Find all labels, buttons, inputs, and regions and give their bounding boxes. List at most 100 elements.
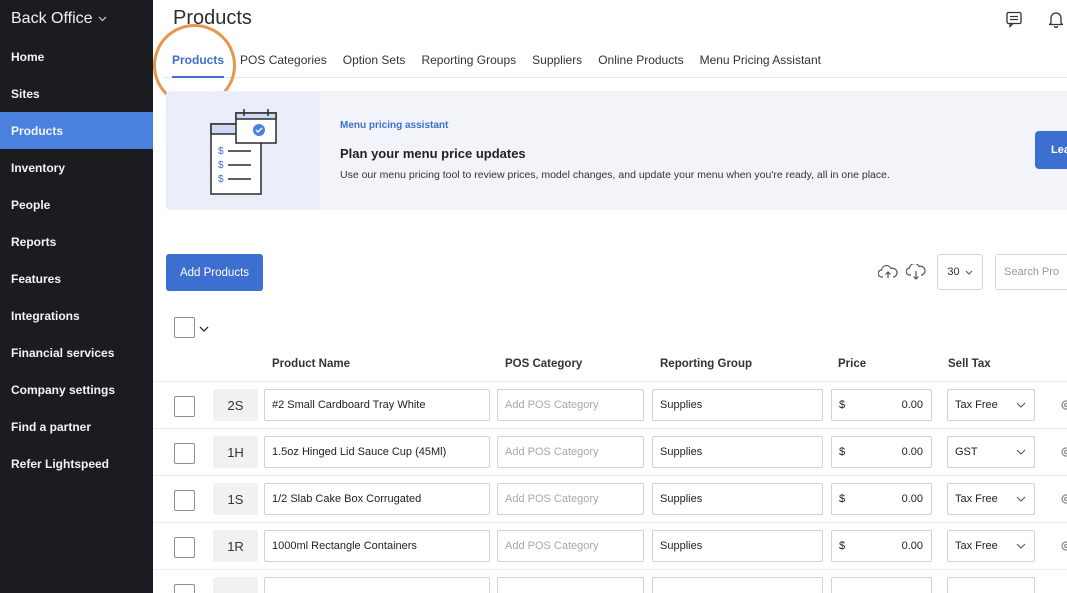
pos-category-input[interactable] bbox=[497, 577, 644, 593]
add-products-button[interactable]: Add Products bbox=[166, 254, 263, 291]
gear-icon[interactable] bbox=[1059, 492, 1067, 506]
table-row: 1S 1/2 Slab Cake Box Corrugated Add POS … bbox=[153, 475, 1067, 522]
banner-learn-more-button[interactable]: Lea bbox=[1035, 131, 1067, 169]
price-input[interactable]: $0.00 bbox=[831, 530, 932, 562]
product-name-input[interactable] bbox=[264, 577, 490, 593]
price-input[interactable]: $0.00 bbox=[831, 436, 932, 468]
page-size-select[interactable]: 30 bbox=[937, 254, 983, 290]
tab-pos-categories[interactable]: POS Categories bbox=[232, 42, 335, 78]
column-header-pos-category[interactable]: POS Category bbox=[505, 358, 582, 370]
column-header-price[interactable]: Price bbox=[838, 358, 866, 370]
sidebar-item-financial-services[interactable]: Financial services bbox=[0, 334, 153, 371]
sidebar-item-find-a-partner[interactable]: Find a partner bbox=[0, 408, 153, 445]
product-name-input[interactable]: #2 Small Cardboard Tray White bbox=[264, 389, 490, 421]
price-value: 0.00 bbox=[901, 446, 923, 458]
tab-menu-pricing-assistant[interactable]: Menu Pricing Assistant bbox=[692, 42, 829, 78]
product-code-tile: 1H bbox=[213, 436, 258, 468]
sell-tax-select[interactable]: Tax Free bbox=[947, 530, 1035, 562]
row-checkbox[interactable] bbox=[174, 584, 195, 593]
row-checkbox[interactable] bbox=[174, 396, 195, 417]
sidebar-item-label: People bbox=[11, 197, 51, 212]
currency-symbol: $ bbox=[839, 493, 846, 505]
table-tools: 30 Search Pro bbox=[877, 254, 1067, 290]
sidebar-item-inventory[interactable]: Inventory bbox=[0, 149, 153, 186]
row-checkbox[interactable] bbox=[174, 537, 195, 558]
banner-button-label: Lea bbox=[1051, 144, 1067, 156]
chat-icon[interactable] bbox=[1003, 8, 1025, 30]
reporting-group-input[interactable]: Supplies bbox=[652, 436, 823, 468]
reporting-group-input[interactable]: Supplies bbox=[652, 483, 823, 515]
tab-label: Option Sets bbox=[342, 52, 406, 67]
reporting-group-input[interactable] bbox=[652, 577, 823, 593]
cloud-upload-icon[interactable] bbox=[877, 261, 899, 283]
gear-icon[interactable] bbox=[1059, 539, 1067, 553]
reporting-group-input[interactable]: Supplies bbox=[652, 530, 823, 562]
page-size-value: 30 bbox=[947, 266, 960, 278]
tab-online-products[interactable]: Online Products bbox=[590, 42, 691, 78]
sidebar-item-features[interactable]: Features bbox=[0, 260, 153, 297]
sidebar-item-products[interactable]: Products bbox=[0, 112, 153, 149]
sell-tax-value: Tax Free bbox=[955, 493, 998, 505]
sell-tax-select[interactable]: GST bbox=[947, 436, 1035, 468]
chevron-down-icon bbox=[98, 14, 107, 25]
tab-suppliers[interactable]: Suppliers bbox=[524, 42, 590, 78]
table-row bbox=[153, 569, 1067, 593]
sidebar-item-sites[interactable]: Sites bbox=[0, 75, 153, 112]
sidebar-item-company-settings[interactable]: Company settings bbox=[0, 371, 153, 408]
banner-title: Plan your menu price updates bbox=[340, 146, 526, 161]
row-checkbox[interactable] bbox=[174, 490, 195, 511]
price-input[interactable]: $0.00 bbox=[831, 483, 932, 515]
sidebar-item-label: Sites bbox=[11, 86, 40, 101]
chevron-down-icon[interactable] bbox=[199, 319, 209, 337]
column-header-product-name[interactable]: Product Name bbox=[272, 358, 350, 370]
sell-tax-select[interactable] bbox=[947, 577, 1035, 593]
sidebar-item-refer-lightspeed[interactable]: Refer Lightspeed bbox=[0, 445, 153, 482]
sidebar-item-people[interactable]: People bbox=[0, 186, 153, 223]
chevron-down-icon bbox=[965, 266, 973, 278]
search-input[interactable]: Search Pro bbox=[995, 254, 1067, 290]
main-content: Products Products POS Categories Option … bbox=[153, 0, 1067, 593]
select-all-checkbox[interactable] bbox=[174, 317, 195, 338]
pos-category-input[interactable]: Add POS Category bbox=[497, 483, 644, 515]
sidebar-item-integrations[interactable]: Integrations bbox=[0, 297, 153, 334]
cloud-download-icon[interactable] bbox=[905, 261, 927, 283]
tab-bar: Products POS Categories Option Sets Repo… bbox=[164, 42, 1067, 78]
price-value: 0.00 bbox=[901, 540, 923, 552]
currency-symbol: $ bbox=[839, 540, 846, 552]
row-checkbox[interactable] bbox=[174, 443, 195, 464]
sidebar-item-label: Products bbox=[11, 123, 64, 138]
sell-tax-select[interactable]: Tax Free bbox=[947, 389, 1035, 421]
search-placeholder: Search Pro bbox=[1004, 266, 1060, 278]
chevron-down-icon bbox=[1016, 399, 1026, 411]
sell-tax-select[interactable]: Tax Free bbox=[947, 483, 1035, 515]
column-header-reporting-group[interactable]: Reporting Group bbox=[660, 358, 752, 370]
banner-kicker: Menu pricing assistant bbox=[340, 120, 449, 131]
gear-icon[interactable] bbox=[1059, 398, 1067, 412]
gear-icon[interactable] bbox=[1059, 445, 1067, 459]
reporting-group-input[interactable]: Supplies bbox=[652, 389, 823, 421]
price-input[interactable] bbox=[831, 577, 932, 593]
currency-symbol: $ bbox=[839, 446, 846, 458]
pos-category-input[interactable]: Add POS Category bbox=[497, 389, 644, 421]
product-code-tile: 2S bbox=[213, 389, 258, 421]
table-row: 1R 1000ml Rectangle Containers Add POS C… bbox=[153, 522, 1067, 569]
product-code-tile bbox=[213, 577, 258, 593]
pos-category-input[interactable]: Add POS Category bbox=[497, 530, 644, 562]
bell-icon[interactable] bbox=[1045, 8, 1067, 30]
product-name-input[interactable]: 1.5oz Hinged Lid Sauce Cup (45Ml) bbox=[264, 436, 490, 468]
price-value: 0.00 bbox=[901, 399, 923, 411]
sidebar-item-reports[interactable]: Reports bbox=[0, 223, 153, 260]
sidebar-item-home[interactable]: Home bbox=[0, 38, 153, 75]
product-name-input[interactable]: 1/2 Slab Cake Box Corrugated bbox=[264, 483, 490, 515]
sidebar-item-label: Company settings bbox=[11, 382, 116, 397]
tab-option-sets[interactable]: Option Sets bbox=[335, 42, 414, 78]
tab-reporting-groups[interactable]: Reporting Groups bbox=[413, 42, 524, 78]
price-input[interactable]: $0.00 bbox=[831, 389, 932, 421]
currency-symbol: $ bbox=[839, 399, 846, 411]
product-name-input[interactable]: 1000ml Rectangle Containers bbox=[264, 530, 490, 562]
chevron-down-icon bbox=[1016, 446, 1026, 458]
pos-category-input[interactable]: Add POS Category bbox=[497, 436, 644, 468]
select-all-control[interactable] bbox=[174, 317, 209, 338]
column-header-sell-tax[interactable]: Sell Tax bbox=[948, 358, 991, 370]
brand-switcher[interactable]: Back Office bbox=[0, 0, 153, 38]
